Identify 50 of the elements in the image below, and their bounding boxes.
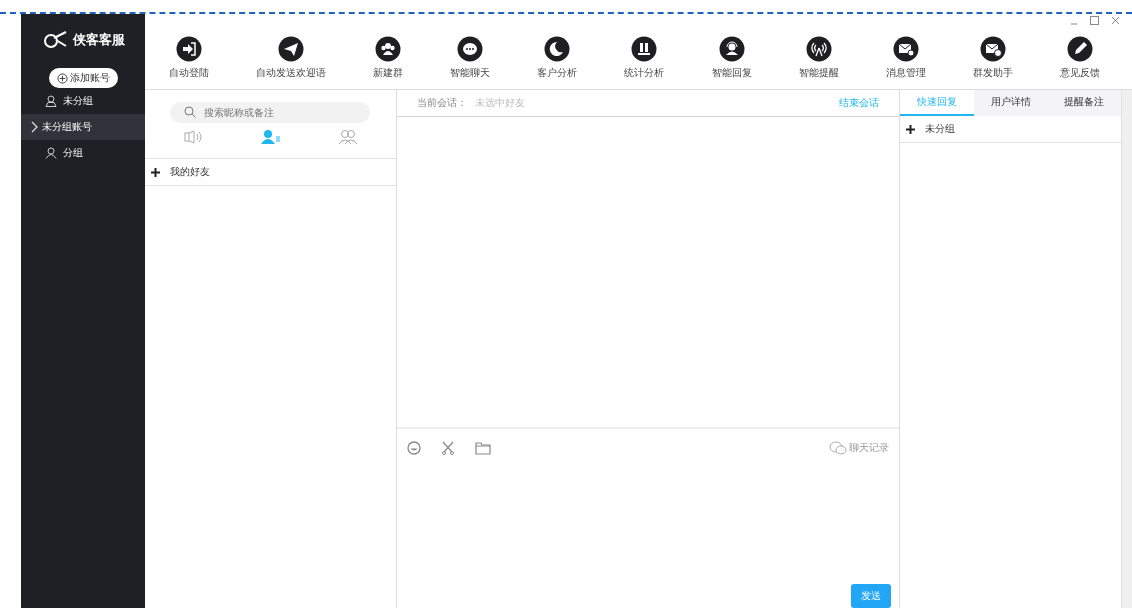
toolbar-button[interactable]: 统计分析	[624, 36, 665, 80]
login-icon	[175, 36, 202, 62]
add-account-button[interactable]: 添加账号	[48, 68, 118, 88]
current-session-value: 未选中好友	[475, 96, 526, 110]
headset-person-icon	[718, 36, 745, 62]
app-title: 侠客客服	[72, 31, 125, 49]
search-icon	[184, 106, 196, 118]
panel-tab[interactable]: 提醒备注	[1047, 90, 1121, 116]
toolbar-button[interactable]: 消息管理	[885, 36, 926, 80]
folder-icon[interactable]	[475, 441, 491, 455]
panel-tab[interactable]: 用户详情	[973, 90, 1048, 116]
toolbar-button[interactable]: 智能提醒	[798, 36, 839, 80]
bar-icon	[631, 36, 658, 62]
smiley-icon[interactable]	[407, 441, 421, 455]
current-session-label: 当前会话：	[417, 96, 467, 110]
plus-icon	[906, 124, 915, 134]
people-icon	[374, 36, 401, 62]
chat-bubble-icon	[457, 36, 484, 62]
friend-group[interactable]: 我的好友	[145, 159, 396, 186]
toolbar-button[interactable]: 意见反馈	[1060, 36, 1101, 80]
close-icon[interactable]	[1111, 16, 1120, 25]
scrollbar[interactable]	[1121, 90, 1132, 608]
sidebar-item[interactable]: 分组	[21, 140, 145, 166]
toolbar-button[interactable]: 自动发送欢迎语	[255, 36, 326, 80]
sidebar-item[interactable]: 未分组账号	[21, 114, 145, 140]
search-field[interactable]: 搜索昵称或备注	[170, 102, 370, 123]
plus-icon	[151, 167, 160, 177]
person-icon	[45, 147, 57, 159]
crescent-icon	[544, 36, 571, 62]
toolbar-button[interactable]: 客户分析	[537, 36, 578, 80]
maximize-icon[interactable]	[1090, 16, 1099, 25]
pencil-icon	[1067, 36, 1094, 62]
toolbar-button[interactable]: 群发助手	[973, 36, 1014, 80]
sidebar-item[interactable]: 未分组	[21, 88, 145, 114]
group-icon	[337, 129, 358, 145]
antenna-icon	[805, 36, 832, 62]
logo-icon	[41, 30, 68, 50]
reply-group[interactable]: 未分组	[900, 116, 1121, 143]
plus-circle-icon	[56, 72, 68, 84]
toolbar-button[interactable]: 新建群	[372, 36, 403, 80]
toolbar-button[interactable]: 智能回复	[711, 36, 752, 80]
scissors-icon[interactable]	[441, 441, 455, 455]
speaker-icon	[183, 130, 204, 144]
chat-bubbles-icon	[829, 441, 847, 455]
person-icon	[45, 95, 57, 107]
chevron-icon	[31, 121, 39, 133]
person-list-icon	[260, 129, 281, 145]
toolbar-button[interactable]: 自动登陆	[168, 36, 209, 80]
paper-plane-icon	[277, 36, 304, 62]
toolbar-button[interactable]: 智能聊天	[450, 36, 491, 80]
